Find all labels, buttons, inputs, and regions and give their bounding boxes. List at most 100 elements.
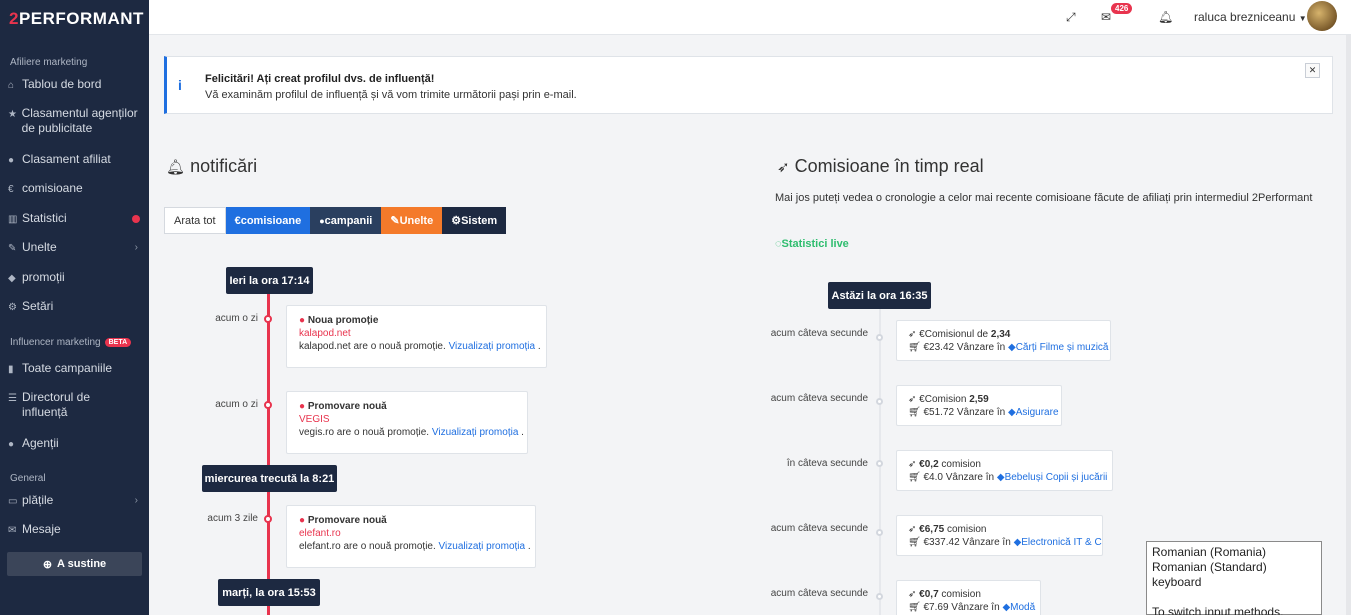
chevron-right-icon: › (134, 495, 138, 506)
cart-icon: 🛒︎ (908, 342, 921, 353)
commission-card[interactable]: ➶ €0,2 comision 🛒︎ €4.0 Vânzare în ◆Bebe… (896, 450, 1113, 491)
category-tag[interactable]: ◆Modă (1002, 602, 1035, 613)
sidebar-item-tools[interactable]: ✎ Unelte › (8, 240, 142, 256)
rocket-icon: ➶ (908, 459, 917, 470)
rocket-icon: ➶ (777, 159, 790, 176)
sidebar-item-affiliate-ranking[interactable]: ● Clasament afiliat (8, 152, 142, 168)
rocket-icon: ➶ (908, 329, 917, 340)
home-icon: ⌂ (8, 80, 15, 91)
user-icon: ● (299, 515, 306, 526)
user-icon: ● (299, 401, 306, 412)
filter-all[interactable]: Arata tot (164, 207, 226, 234)
wrench-icon: ✎ (390, 215, 400, 227)
alert-title: Felicitări! Ați creat profilul dvs. de i… (205, 73, 435, 85)
sidebar-item-dashboard[interactable]: ⌂ Tablou de bord (8, 77, 142, 93)
section-affiliate-label: Afiliere marketing (10, 57, 88, 68)
category-tag[interactable]: ◆Electronică IT & C (1014, 537, 1102, 548)
timeline-date: Ieri la ora 17:14 (226, 267, 313, 294)
cart-icon: 🛒︎ (908, 602, 921, 613)
scrollbar[interactable] (1346, 35, 1351, 615)
users-icon: ● (8, 439, 15, 450)
tag-icon: ◆ (8, 273, 16, 284)
envelope-icon[interactable]: ✉ (1101, 10, 1111, 24)
card-icon: ▭ (8, 496, 18, 507)
messages-count-badge: 426 (1111, 3, 1133, 14)
category-tag[interactable]: ◆Asigurare (1008, 407, 1059, 418)
notification-card[interactable]: ● Promovare nouă elefant.ro elefant.ro a… (286, 505, 536, 568)
info-icon: i (178, 77, 182, 93)
time-ago: acum o zi (215, 313, 258, 324)
wrench-icon: ✎ (8, 243, 17, 254)
timeline-date: marți, la ora 15:53 (218, 579, 320, 606)
bell-icon[interactable]: 🔔︎ (1158, 10, 1173, 24)
time-ago: în câteva secunde (786, 458, 868, 469)
filter-campaigns[interactable]: ● campanii (310, 207, 382, 234)
timeline-node (876, 460, 883, 467)
notification-filters: Arata tot € comisioane ● campanii ✎ Unelte … (164, 207, 507, 234)
commission-card[interactable]: ➶ €Comision 2,59 🛒︎ €51.72 Vânzare în ◆A… (896, 385, 1062, 426)
notification-card[interactable]: ● Promovare nouă VEGIS vegis.ro are o no… (286, 391, 528, 454)
tag-icon: ◆ (1008, 342, 1016, 353)
user-icon: ● (299, 315, 306, 326)
list-icon: ☰ (8, 393, 17, 404)
commission-card[interactable]: ➶ €Comisionul de 2,34 🛒︎ €23.42 Vânzare … (896, 320, 1111, 361)
timeline-node (264, 401, 272, 409)
close-icon[interactable]: ✕ (1305, 63, 1320, 78)
rocket-icon: ➶ (908, 394, 917, 405)
commissions-intro: Mai jos puteți vedea o cronologie a celo… (775, 192, 1313, 204)
cart-icon: 🛒︎ (908, 407, 921, 418)
chevron-right-icon: › (134, 242, 138, 253)
commission-card[interactable]: ➶ €6,75 comision 🛒︎ €337.42 Vânzare în ◆… (896, 515, 1103, 556)
bell-icon: 🔔︎ (166, 159, 186, 176)
notification-card[interactable]: ● Noua promoție kalapod.net kalapod.net … (286, 305, 547, 368)
timeline-date: miercurea trecută la 8:21 (202, 465, 337, 492)
user-icon: ● (8, 155, 15, 166)
star-icon: ★ (8, 109, 17, 120)
rocket-icon: ➶ (908, 589, 917, 600)
view-promotion-link[interactable]: Vizualizați promoția (432, 427, 519, 438)
timeline-node (264, 315, 272, 323)
commission-card[interactable]: ➶ €0,7 comision 🛒︎ €7.69 Vânzare în ◆Mod… (896, 580, 1041, 615)
cart-icon: 🛒︎ (908, 537, 921, 548)
sidebar-item-statistics[interactable]: ▥ Statistici (8, 211, 142, 227)
sidebar-item-all-campaigns[interactable]: ▮ Toate campaniile (8, 361, 142, 377)
view-promotion-link[interactable]: Vizualizați promoția (449, 341, 536, 352)
view-promotion-link[interactable]: Vizualizați promoția (439, 541, 526, 552)
time-ago: acum 3 zile (207, 513, 258, 524)
notification-source: elefant.ro (299, 528, 341, 539)
category-tag[interactable]: ◆Cărți Filme și muzică (1008, 342, 1109, 353)
sidebar-item-advertiser-ranking[interactable]: ★ Clasamentul agenților de publicitate (8, 106, 142, 136)
commissions-heading: ➶ Comisioane în timp real (777, 156, 984, 176)
sidebar-item-payments[interactable]: ▭ plățile › (8, 493, 142, 509)
caret-down-icon: ▼ (1298, 14, 1307, 23)
timeline-node (264, 515, 272, 523)
timeline-node (876, 398, 883, 405)
user-menu[interactable]: raluca brezniceanu ▼ (1194, 10, 1307, 24)
support-button[interactable]: ⊕ A sustine (7, 552, 142, 576)
avatar[interactable] (1307, 1, 1337, 31)
timeline-node (876, 529, 883, 536)
sidebar-item-influencer-directory[interactable]: ☰ Directorul de influență (8, 390, 142, 420)
sidebar-item-messages[interactable]: ✉ Mesaje (8, 522, 142, 538)
timeline-line (267, 280, 270, 615)
sidebar-item-settings[interactable]: ⚙ Setări (8, 299, 142, 315)
time-ago: acum câteva secunde (770, 588, 868, 599)
sidebar-item-agencies[interactable]: ● Agenții (8, 436, 142, 452)
category-tag[interactable]: ◆Bebeluși Copii și jucării (997, 472, 1108, 483)
sidebar-item-promotions[interactable]: ◆ promoții (8, 270, 142, 286)
filter-system[interactable]: ⚙ Sistem (442, 207, 507, 234)
sidebar-item-commissions[interactable]: € comisioane (8, 181, 142, 197)
filter-tools[interactable]: ✎ Unelte (381, 207, 443, 234)
tag-icon: ◆ (1008, 407, 1016, 418)
logo[interactable]: 2PERFORMANT (9, 9, 144, 29)
section-general-label: General (10, 473, 46, 484)
filter-commissions[interactable]: € comisioane (225, 207, 311, 234)
time-ago: acum câteva secunde (770, 328, 868, 339)
bar-chart-icon: ▥ (8, 214, 18, 225)
section-influencer-label: Influencer marketing BETA (10, 337, 132, 348)
fullscreen-icon[interactable]: ⤢ (1066, 10, 1076, 25)
live-stats: ◌Statistici live (775, 238, 849, 250)
envelope-icon: ✉ (8, 525, 17, 536)
notifications-heading: 🔔︎ notificări (166, 156, 258, 176)
alert-body: Vă examinăm profilul de influență și vă … (205, 89, 577, 101)
